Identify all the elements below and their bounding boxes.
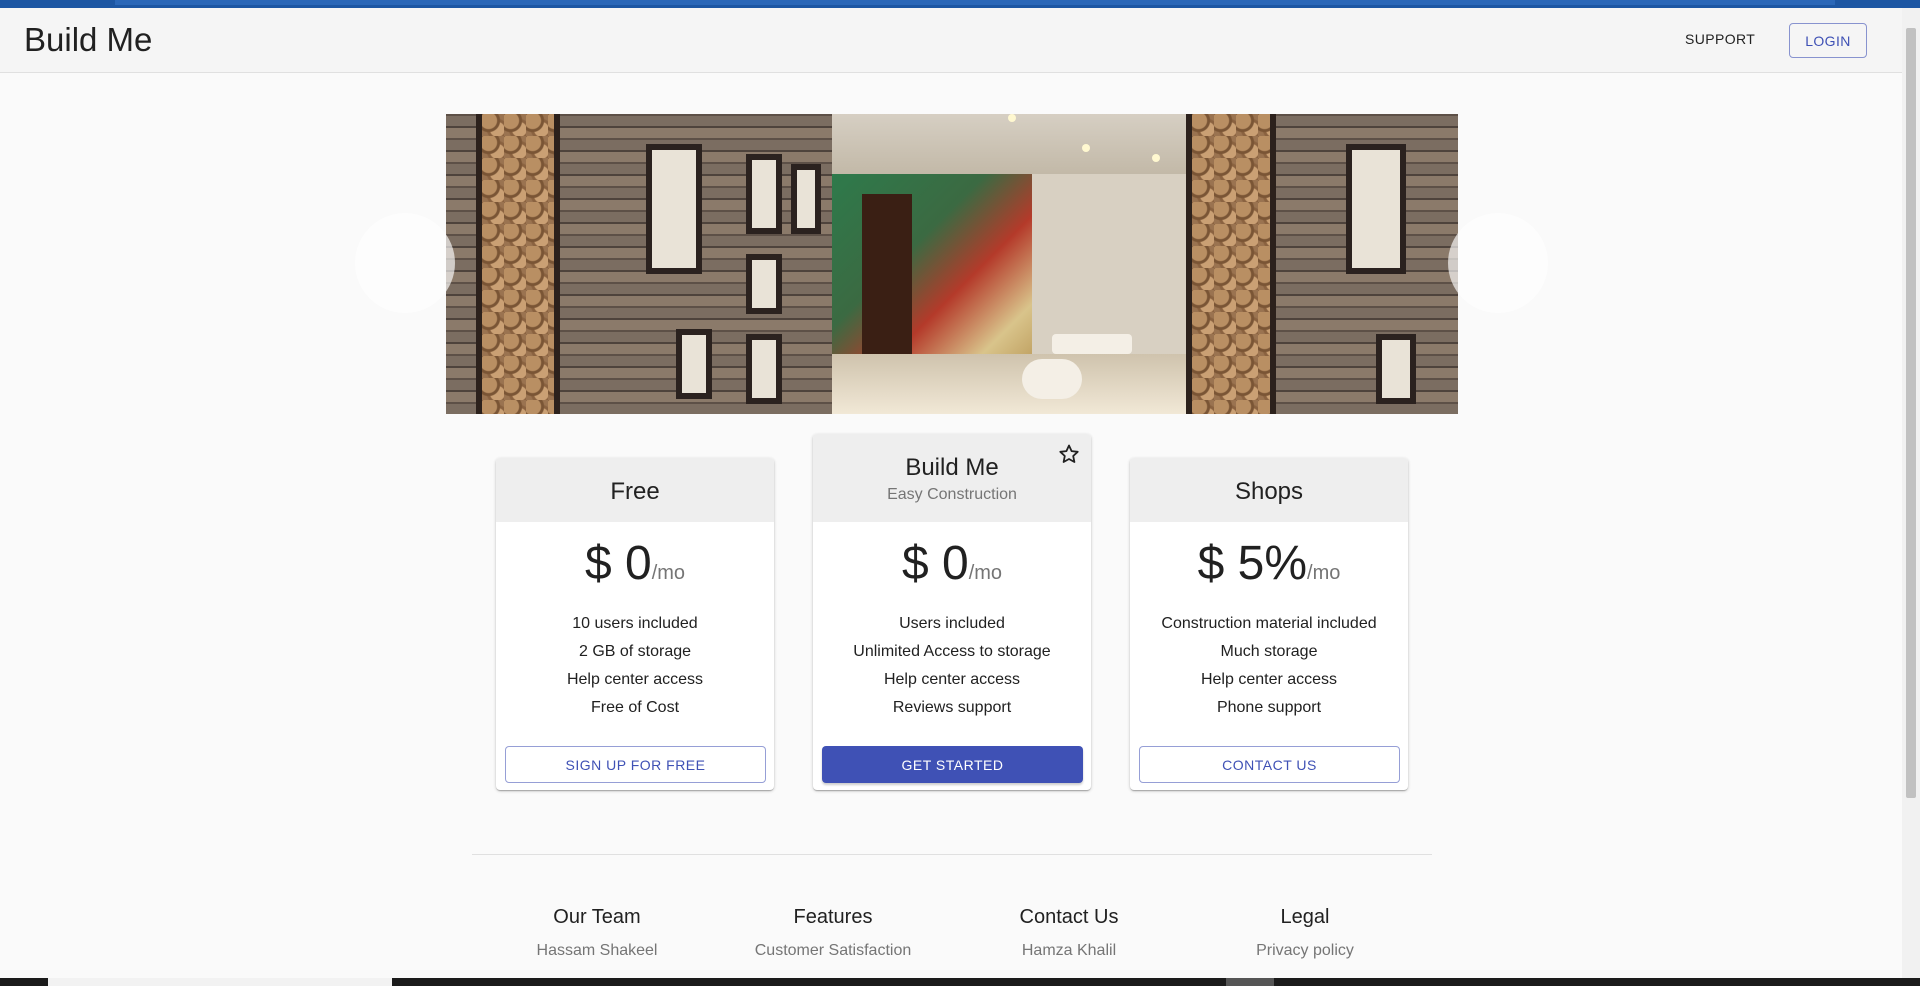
browser-tab-strip (115, 0, 1835, 5)
login-button[interactable]: LOGIN (1789, 23, 1867, 58)
footer-link[interactable]: Hassam Shakeel (477, 942, 717, 960)
feature-list: Users included Unlimited Access to stora… (813, 610, 1091, 722)
footer-column-our-team: Our Team Hassam Shakeel (477, 906, 717, 960)
feature-list: Construction material included Much stor… (1130, 610, 1408, 722)
carousel-slide-image (446, 114, 832, 414)
card-header: Free (496, 458, 774, 522)
get-started-button[interactable]: GET STARTED (822, 746, 1083, 783)
brand-title: Build Me (24, 21, 153, 58)
browser-top-strip (0, 0, 1920, 8)
list-item: Much storage (1220, 643, 1318, 660)
pricing-card-shops: Shops $ 5%/mo Construction material incl… (1130, 458, 1408, 790)
feature-list: 10 users included 2 GB of storage Help c… (496, 610, 774, 722)
footer-column-legal: Legal Privacy policy (1185, 906, 1425, 960)
carousel-slide-image (832, 114, 1192, 414)
footer-heading: Legal (1280, 906, 1330, 928)
card-header: Build Me Easy Construction (813, 434, 1091, 522)
carousel-slide-image (1186, 114, 1458, 414)
card-subheader: Easy Construction (887, 486, 1017, 503)
app-bar: Build Me SUPPORT LOGIN (0, 8, 1902, 73)
list-item: 10 users included (572, 615, 698, 632)
card-title: Build Me (905, 454, 999, 481)
card-header: Shops (1130, 458, 1408, 522)
list-item: Help center access (566, 671, 704, 688)
card-title: Free (610, 478, 660, 505)
price-amount: $ 0 (584, 537, 652, 590)
footer-heading: Our Team (553, 906, 641, 928)
hero-carousel (446, 114, 1458, 414)
price-period: /mo (968, 562, 1003, 584)
taskbar-search-box[interactable] (48, 978, 392, 986)
footer-heading: Contact Us (1019, 906, 1119, 928)
price-period: /mo (1307, 562, 1341, 584)
footer-link[interactable]: Privacy policy (1185, 942, 1425, 960)
taskbar-strip (0, 978, 1920, 986)
price: $ 0/mo (496, 536, 774, 591)
footer-heading: Features (793, 906, 873, 928)
price-amount: $ 0 (901, 537, 969, 590)
footer-column-features: Features Customer Satisfaction (713, 906, 953, 960)
support-link[interactable]: SUPPORT (1685, 31, 1755, 47)
list-item: 2 GB of storage (578, 643, 692, 660)
price-amount: $ 5% (1197, 537, 1308, 590)
scrollbar-thumb[interactable] (1906, 28, 1916, 798)
list-item: Construction material included (1161, 615, 1377, 632)
footer-link[interactable]: Hamza Khalil (949, 942, 1189, 960)
sign-up-for-free-button[interactable]: SIGN UP FOR FREE (505, 746, 766, 783)
list-item: Help center access (883, 671, 1021, 688)
price-period: /mo (651, 562, 686, 584)
vertical-scrollbar[interactable] (1902, 8, 1920, 978)
pricing-card-build-me: Build Me Easy Construction $ 0/mo Users … (813, 434, 1091, 790)
taskbar-app-button[interactable] (1226, 978, 1274, 986)
list-item: Phone support (1216, 699, 1322, 716)
footer-link[interactable]: Customer Satisfaction (713, 942, 953, 960)
price: $ 5%/mo (1130, 536, 1408, 591)
list-item: Free of Cost (590, 699, 680, 716)
carousel-next-button[interactable] (1448, 213, 1548, 313)
list-item: Unlimited Access to storage (853, 643, 1051, 660)
price: $ 0/mo (813, 536, 1091, 591)
pricing-card-free: Free $ 0/mo 10 users included 2 GB of st… (496, 458, 774, 790)
carousel-prev-button[interactable] (355, 213, 455, 313)
list-item: Users included (899, 615, 1005, 632)
contact-us-button[interactable]: CONTACT US (1139, 746, 1400, 783)
list-item: Help center access (1200, 671, 1338, 688)
card-title: Shops (1234, 478, 1304, 505)
star-icon (1059, 444, 1079, 463)
list-item: Reviews support (892, 699, 1012, 716)
footer-column-contact-us: Contact Us Hamza Khalil (949, 906, 1189, 960)
footer-divider (472, 854, 1432, 855)
